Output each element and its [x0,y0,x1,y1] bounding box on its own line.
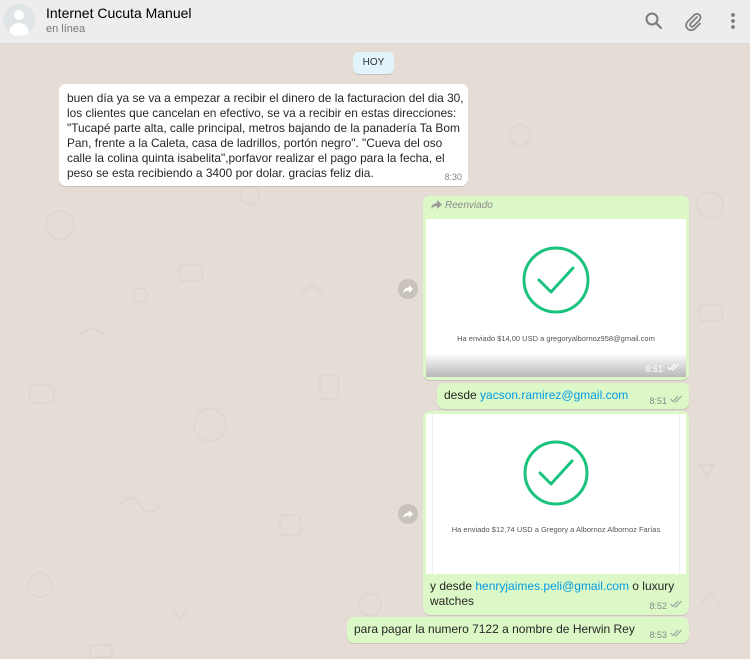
message-time: 8:51 [645,364,663,374]
image-caption: Ha enviado $14,00 USD a gregoryalbornoz9… [457,334,655,343]
read-ticks-icon [670,395,683,403]
forward-icon[interactable] [398,504,418,524]
outgoing-message[interactable]: para pagar la numero 7122 a nombre de He… [347,617,689,643]
payment-screenshot-image[interactable]: Ha enviado $12,74 USD a Gregory a Alborn… [426,414,686,574]
outgoing-image-message[interactable]: Reenviado Ha enviado $14,00 USD a gregor… [423,196,689,380]
menu-icon[interactable] [722,10,744,32]
payment-screenshot-image[interactable]: Ha enviado $14,00 USD a gregoryalbornoz9… [426,219,686,377]
incoming-message[interactable]: buen día ya se va a empezar a recibir el… [59,84,468,186]
email-link[interactable]: yacson.ramirez@gmail.com [480,388,628,402]
message-text: buen día ya se va a empezar a recibir el… [67,91,464,180]
email-link[interactable]: henryjaimes.peli@gmail.com [475,579,629,593]
read-ticks-icon [670,629,683,637]
message-text-prefix: desde [444,388,481,402]
read-ticks-icon [670,600,683,608]
message-text-prefix: y desde [430,579,476,593]
avatar-icon[interactable] [3,4,35,36]
attach-icon[interactable] [682,10,704,32]
outgoing-image-message[interactable]: Ha enviado $12,74 USD a Gregory a Alborn… [423,411,689,615]
search-icon[interactable] [643,10,665,32]
image-caption: Ha enviado $12,74 USD a Gregory a Alborn… [451,525,661,534]
message-time: 8:53 [649,630,667,640]
chat-area[interactable]: HOY buen día ya se va a empezar a recibi… [0,45,750,659]
message-time: 8:51 [649,396,667,406]
chat-header: Internet Cucuta Manuel en línea [0,0,750,44]
read-ticks-icon [667,363,680,371]
outgoing-message[interactable]: desde yacson.ramirez@gmail.com 8:51 [437,383,689,409]
forwarded-text: Reenviado [445,200,493,211]
message-time: 8:52 [649,601,667,611]
contact-status: en línea [46,23,86,35]
message-text: desde yacson.ramirez@gmail.com [444,388,628,402]
message-text: y desde henryjaimes.peli@gmail.com o lux… [430,579,680,609]
forward-icon[interactable] [398,279,418,299]
contact-name[interactable]: Internet Cucuta Manuel [46,5,192,21]
forwarded-arrow-icon [431,200,442,209]
day-divider: HOY [353,52,394,74]
message-text: para pagar la numero 7122 a nombre de He… [354,622,635,636]
check-circle-icon [523,440,589,506]
message-time: 8:30 [444,172,462,182]
forwarded-label: Reenviado [431,200,493,211]
